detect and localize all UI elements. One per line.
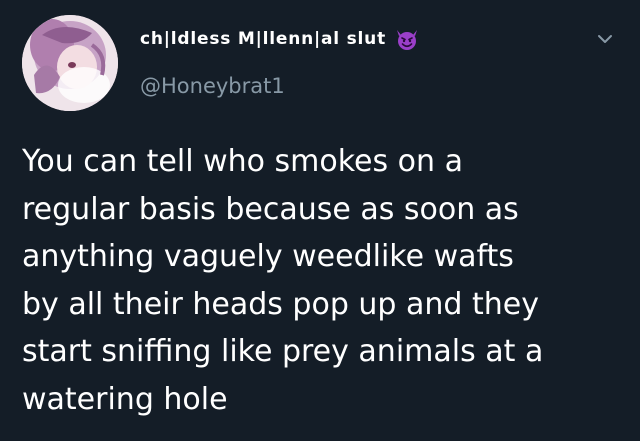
tweet-text-line: watering hole bbox=[22, 381, 228, 417]
tweet-text-line: start sniffing like prey animals at a bbox=[22, 334, 544, 369]
tweet-card: ch|ldless M|llenn|al slut @Honeybrat1 Yo… bbox=[0, 0, 640, 441]
smiling-devil-icon bbox=[394, 26, 420, 52]
display-name-row: ch|ldless M|llenn|al slut bbox=[140, 24, 420, 54]
tweet-text-line: by all their heads pop up and they bbox=[22, 286, 539, 322]
tweet-text: You can tell who smokes on a regular bas… bbox=[22, 138, 622, 423]
avatar[interactable] bbox=[22, 15, 118, 111]
avatar-image bbox=[22, 15, 118, 111]
tweet-text-line: anything vaguely weedlike wafts bbox=[22, 239, 514, 274]
user-handle[interactable]: @Honeybrat1 bbox=[140, 74, 285, 98]
chevron-down-icon[interactable] bbox=[592, 26, 618, 52]
tweet-text-line: You can tell who smokes on a bbox=[22, 144, 463, 179]
tweet-text-line: regular basis because as soon as bbox=[22, 191, 519, 227]
display-name[interactable]: ch|ldless M|llenn|al slut bbox=[140, 29, 386, 49]
